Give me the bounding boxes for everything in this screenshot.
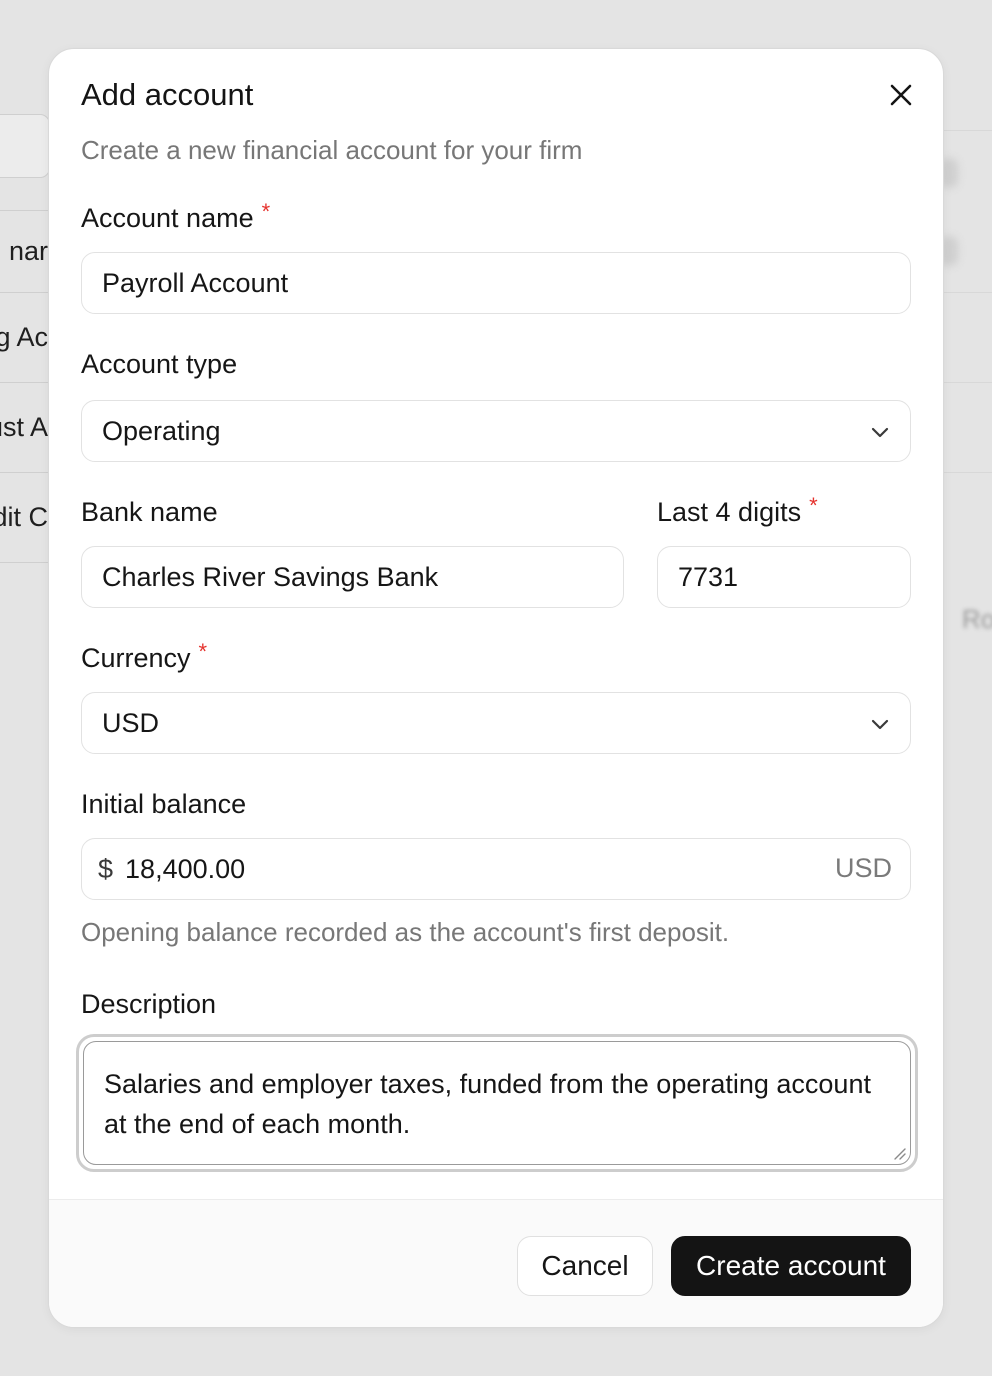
chevron-down-icon — [871, 719, 889, 730]
account-name-input[interactable]: Payroll Account — [81, 252, 911, 314]
background-divider — [944, 292, 992, 293]
last4-digits-input[interactable]: 7731 — [657, 546, 911, 608]
background-input — [0, 114, 50, 178]
dialog-subtitle: Create a new financial account for your … — [81, 135, 583, 165]
initial-balance-label: Initial balance — [81, 789, 247, 819]
background-divider — [944, 382, 992, 383]
last4-label: Last 4 digits * — [657, 493, 818, 528]
background-row-label: edit C — [0, 502, 48, 532]
required-marker: * — [809, 493, 818, 518]
last4-label-text: Last 4 digits — [657, 497, 802, 527]
initial-balance-input[interactable]: $ 18,400.00 USD — [81, 838, 911, 900]
currency-value: USD — [102, 707, 160, 738]
background-row-label: ust A — [0, 412, 48, 442]
account-name-label-text: Account name — [81, 203, 254, 233]
currency-suffix: USD — [834, 853, 892, 883]
bank-name-label: Bank name — [81, 497, 218, 527]
close-icon — [890, 84, 912, 106]
description-textarea[interactable]: Salaries and employer taxes, funded from… — [83, 1041, 911, 1165]
background-divider — [944, 472, 992, 473]
account-name-value: Payroll Account — [102, 267, 289, 298]
add-account-dialog: Add account Create a new financial accou… — [48, 48, 944, 1328]
currency-label: Currency * — [81, 639, 207, 674]
last4-value: 7731 — [678, 561, 739, 592]
create-account-button[interactable]: Create account — [671, 1236, 911, 1296]
bank-name-input[interactable]: Charles River Savings Bank — [81, 546, 624, 608]
required-marker: * — [261, 199, 271, 224]
initial-balance-value: 18,400.00 — [125, 853, 246, 884]
account-type-value: Operating — [102, 415, 221, 446]
account-type-select[interactable]: Operating — [81, 400, 911, 462]
resize-handle-icon[interactable] — [892, 1146, 906, 1160]
background-row-label: nar — [8, 236, 48, 266]
description-focus-ring: Salaries and employer taxes, funded from… — [76, 1034, 918, 1172]
dialog-footer: Cancel Create account — [49, 1199, 943, 1327]
cancel-button[interactable]: Cancel — [517, 1236, 653, 1296]
chevron-down-icon — [871, 427, 889, 438]
background-label: Ro — [962, 604, 992, 634]
background-divider — [944, 130, 992, 131]
initial-balance-help: Opening balance recorded as the account'… — [81, 917, 730, 947]
currency-label-text: Currency — [81, 643, 191, 673]
description-label: Description — [81, 989, 217, 1019]
currency-prefix: $ — [98, 853, 114, 884]
currency-select[interactable]: USD — [81, 692, 911, 754]
close-button[interactable] — [885, 79, 917, 111]
bank-name-value: Charles River Savings Bank — [102, 561, 439, 592]
description-value: Salaries and employer taxes, funded from… — [104, 1069, 871, 1139]
account-name-label: Account name * — [81, 199, 270, 234]
account-type-label: Account type — [81, 349, 238, 379]
dialog-title: Add account — [81, 77, 254, 112]
background-row-label: ng Ac — [0, 322, 48, 352]
required-marker: * — [198, 639, 208, 664]
